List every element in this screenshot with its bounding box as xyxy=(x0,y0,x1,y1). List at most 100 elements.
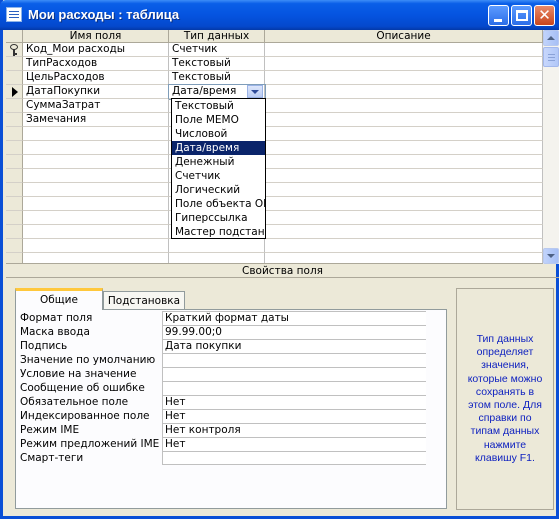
description-cell[interactable] xyxy=(265,57,543,71)
table-row[interactable]: Замечания xyxy=(6,113,543,127)
table-row[interactable] xyxy=(6,253,543,263)
maximize-button[interactable] xyxy=(511,5,532,26)
row-selector[interactable] xyxy=(6,225,23,239)
field-name-cell[interactable] xyxy=(23,183,169,197)
dropdown-option[interactable]: Денежный xyxy=(172,155,265,169)
scroll-thumb[interactable] xyxy=(543,47,559,67)
table-row[interactable] xyxy=(6,183,543,197)
field-name-cell[interactable]: ТипРасходов xyxy=(23,57,169,71)
title-bar[interactable]: Мои расходы : таблица ✕ xyxy=(0,0,559,30)
field-name-cell[interactable]: ДатаПокупки xyxy=(23,85,169,99)
table-row[interactable]: ЦельРасходов Текстовый xyxy=(6,71,543,85)
row-selector[interactable] xyxy=(6,155,23,169)
table-row[interactable] xyxy=(6,211,543,225)
row-selector[interactable] xyxy=(6,183,23,197)
property-value-field[interactable] xyxy=(162,353,426,367)
data-type-cell[interactable] xyxy=(169,253,265,263)
description-cell[interactable] xyxy=(265,71,543,85)
data-type-cell[interactable]: Счетчик xyxy=(169,43,265,57)
property-value-field[interactable]: Нет xyxy=(162,395,426,409)
row-selector[interactable] xyxy=(6,169,23,183)
vertical-scrollbar[interactable] xyxy=(543,30,559,264)
property-value-field[interactable]: 99.99.00;0 xyxy=(162,325,426,339)
field-name-cell[interactable]: Код_Мои расходы xyxy=(23,43,169,57)
data-type-cell[interactable]: Текстовый xyxy=(169,71,265,85)
field-name-cell[interactable] xyxy=(23,127,169,141)
table-row[interactable]: СуммаЗатрат xyxy=(6,99,543,113)
column-header-field-name[interactable]: Имя поля xyxy=(23,30,169,43)
property-value-field[interactable]: Краткий формат даты xyxy=(162,311,426,325)
table-row[interactable] xyxy=(6,155,543,169)
tab-lookup[interactable]: Подстановка xyxy=(103,291,185,311)
row-selector[interactable] xyxy=(6,99,23,113)
description-cell[interactable] xyxy=(265,155,543,169)
row-selector[interactable] xyxy=(6,127,23,141)
field-name-cell[interactable] xyxy=(23,211,169,225)
property-value-field[interactable]: Нет контроля xyxy=(162,423,426,437)
dropdown-option[interactable]: Мастер подстановок... xyxy=(172,225,265,238)
description-cell[interactable] xyxy=(265,141,543,155)
property-value-field[interactable] xyxy=(162,367,426,381)
field-name-cell[interactable] xyxy=(23,169,169,183)
table-row[interactable] xyxy=(6,141,543,155)
description-cell[interactable] xyxy=(265,43,543,57)
table-row[interactable]: Код_Мои расходы Счетчик xyxy=(6,43,543,57)
description-cell[interactable] xyxy=(265,113,543,127)
row-selector[interactable] xyxy=(6,71,23,85)
description-cell[interactable] xyxy=(265,127,543,141)
dropdown-option[interactable]: Дата/время xyxy=(172,141,265,155)
dropdown-option[interactable]: Гиперссылка xyxy=(172,211,265,225)
field-name-cell[interactable] xyxy=(23,225,169,239)
table-row[interactable] xyxy=(6,127,543,141)
row-selector[interactable] xyxy=(6,211,23,225)
row-selector[interactable] xyxy=(6,253,23,263)
row-selector[interactable] xyxy=(6,141,23,155)
table-row[interactable]: ДатаПокупки Дата/время xyxy=(6,84,543,100)
field-name-cell[interactable]: Замечания xyxy=(23,113,169,127)
description-cell[interactable] xyxy=(265,197,543,211)
column-header-description[interactable]: Описание xyxy=(265,30,543,43)
description-cell[interactable] xyxy=(265,239,543,253)
dropdown-option[interactable]: Счетчик xyxy=(172,169,265,183)
field-name-cell[interactable] xyxy=(23,197,169,211)
minimize-button[interactable] xyxy=(488,5,509,26)
description-cell[interactable] xyxy=(265,183,543,197)
description-cell[interactable] xyxy=(265,85,543,99)
description-cell[interactable] xyxy=(265,169,543,183)
data-type-dropdown-list[interactable]: Текстовый Поле MEMO Числовой Дата/время Дене… xyxy=(171,98,266,239)
close-button[interactable]: ✕ xyxy=(534,5,555,26)
row-selector-header[interactable] xyxy=(6,30,23,43)
row-selector[interactable] xyxy=(6,57,23,71)
data-type-cell[interactable]: Текстовый xyxy=(169,57,265,71)
property-value-field[interactable] xyxy=(162,381,426,395)
data-type-cell[interactable] xyxy=(169,239,265,253)
dropdown-option[interactable]: Текстовый xyxy=(172,99,265,113)
description-cell[interactable] xyxy=(265,225,543,239)
table-row[interactable] xyxy=(6,169,543,183)
data-type-cell[interactable]: Дата/время xyxy=(168,84,266,100)
field-name-cell[interactable] xyxy=(23,141,169,155)
row-selector[interactable] xyxy=(6,239,23,253)
tab-general[interactable]: Общие xyxy=(15,288,103,310)
field-grid[interactable]: Имя поля Тип данных Описание Код_Мои рас… xyxy=(6,30,543,264)
field-name-cell[interactable] xyxy=(23,253,169,263)
data-type-dropdown-button[interactable] xyxy=(247,85,263,98)
property-value-field[interactable]: Нет xyxy=(162,437,426,451)
description-cell[interactable] xyxy=(265,211,543,225)
scroll-down-button[interactable] xyxy=(543,248,559,264)
row-selector[interactable] xyxy=(6,197,23,211)
property-value-field[interactable] xyxy=(162,451,426,465)
row-selector[interactable] xyxy=(6,85,23,99)
description-cell[interactable] xyxy=(265,253,543,263)
table-row[interactable] xyxy=(6,225,543,239)
property-value-field[interactable]: Дата покупки xyxy=(162,339,426,353)
dropdown-option[interactable]: Поле MEMO xyxy=(172,113,265,127)
dropdown-option[interactable]: Числовой xyxy=(172,127,265,141)
field-name-cell[interactable] xyxy=(23,155,169,169)
table-row[interactable]: ТипРасходов Текстовый xyxy=(6,57,543,71)
field-name-cell[interactable] xyxy=(23,239,169,253)
dropdown-option[interactable]: Поле объекта OLE xyxy=(172,197,265,211)
table-row[interactable] xyxy=(6,197,543,211)
scroll-up-button[interactable] xyxy=(543,30,559,46)
row-selector[interactable] xyxy=(6,113,23,127)
